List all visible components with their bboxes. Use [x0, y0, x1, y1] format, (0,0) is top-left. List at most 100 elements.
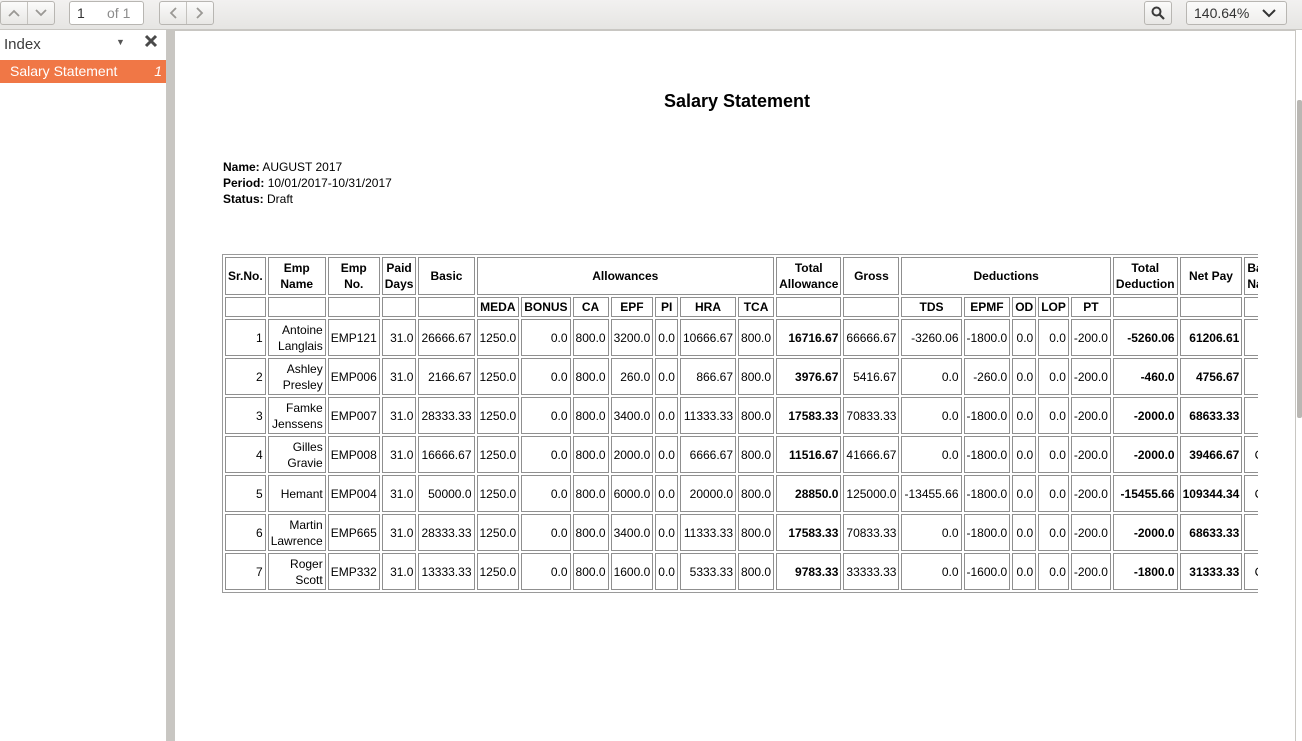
table-cell: -200.0	[1070, 475, 1111, 512]
chevron-down-icon	[1262, 9, 1276, 18]
table-cell: 61206.61	[1179, 319, 1243, 356]
zoom-select[interactable]: 140.64%	[1186, 1, 1287, 25]
table-cell: 16716.67	[776, 319, 842, 356]
table-cell: 109344.34	[1179, 475, 1243, 512]
meta-label: Name:	[223, 160, 260, 174]
page-number-field[interactable]: 1 of 1	[69, 1, 144, 25]
table-cell: 800.0	[572, 436, 609, 473]
meta-label: Status:	[223, 192, 264, 206]
table-cell: 800.0	[738, 436, 775, 473]
subheader-cell: PT	[1070, 297, 1111, 317]
table-cell: 3400.0	[610, 397, 654, 434]
salary-table: Sr.No. Emp Name Emp No. Paid Days Basic …	[222, 254, 1258, 593]
table-cell: 28850.0	[776, 475, 842, 512]
table-cell: EMP006	[327, 358, 380, 395]
close-icon[interactable]	[144, 34, 158, 52]
table-cell: 800.0	[572, 475, 609, 512]
sidebar-mode-label[interactable]: Index	[4, 36, 41, 53]
statement-meta: Name: AUGUST 2017 Period: 10/01/2017-10/…	[223, 159, 392, 207]
subheader-cell: OD	[1012, 297, 1037, 317]
table-cell: -200.0	[1070, 397, 1111, 434]
table-cell: 6666.67	[679, 436, 737, 473]
table-row: 7 Roger Scott EMP332 31.0 13333.33 1250.0 0.0 8…	[225, 553, 1258, 590]
table-cell: 28333.33	[418, 397, 475, 434]
table-cell: 0.0	[655, 397, 678, 434]
dropdown-arrow-icon[interactable]: ▼	[116, 37, 125, 47]
page-title: Salary Statement	[663, 91, 811, 111]
table-cell: 0.0	[1012, 319, 1037, 356]
subheader-blank	[776, 297, 842, 317]
table-cell: 1250.0	[476, 553, 520, 590]
table-cell: 2166.67	[418, 358, 475, 395]
subheader-blank	[225, 297, 266, 317]
subheader-cell: EPMF	[963, 297, 1011, 317]
zoom-value: 140.64%	[1194, 5, 1250, 21]
table-row: 3 Famke Jenssens EMP007 31.0 28333.33 1250.0 0…	[225, 397, 1258, 434]
table-cell: 866.67	[679, 358, 737, 395]
chevron-up-icon	[8, 9, 20, 17]
table-cell: -1800.0	[963, 319, 1011, 356]
table-cell: -2000.0	[1112, 397, 1178, 434]
table-cell: 800.0	[738, 319, 775, 356]
table-cell: EMP665	[327, 514, 380, 551]
table-cell: 0.0	[521, 553, 571, 590]
meta-value: AUGUST 2017	[262, 160, 343, 174]
table-cell: 1250.0	[476, 397, 520, 434]
table-cell: Famke Jenssens	[267, 397, 326, 434]
table-cell: Roger Scott	[267, 553, 326, 590]
meta-label: Period:	[223, 176, 265, 190]
subheader-cell: TDS	[901, 297, 962, 317]
table-cell: 4756.67	[1179, 358, 1243, 395]
table-cell: 800.0	[738, 514, 775, 551]
subheader-blank	[1244, 297, 1258, 317]
sidebar-item-salary-statement[interactable]: Salary Statement 1	[0, 60, 166, 83]
table-cell: 13333.33	[418, 553, 475, 590]
table-subheader-row: MEDA BONUS CA EPF PI HRA TCA TDS EPMF OD LOP PT	[225, 297, 1258, 317]
forward-button[interactable]	[186, 2, 213, 24]
table-cell: -1800.0	[963, 397, 1011, 434]
table-cell: 26666.67	[418, 319, 475, 356]
table-cell: ING	[1244, 397, 1258, 434]
table-cell: 0.0	[655, 553, 678, 590]
col-header-paid-days: Paid Days	[381, 257, 417, 295]
table-cell: Ashley Presley	[267, 358, 326, 395]
table-row: 5 Hemant EMP004 31.0 50000.0 1250.0 0.0 800.0 60…	[225, 475, 1258, 512]
table-cell: -200.0	[1070, 319, 1111, 356]
search-button[interactable]	[1144, 1, 1172, 25]
table-cell: 0.0	[655, 514, 678, 551]
subheader-cell: MEDA	[476, 297, 520, 317]
table-cell: 800.0	[738, 358, 775, 395]
table-cell: 0.0	[655, 319, 678, 356]
table-cell: 0.0	[1012, 553, 1037, 590]
previous-page-button[interactable]	[1, 2, 27, 24]
table-cell: 0.0	[901, 436, 962, 473]
table-cell: 125000.0	[843, 475, 900, 512]
table-cell: 0.0	[1038, 436, 1069, 473]
col-header-basic: Basic	[418, 257, 475, 295]
subheader-blank	[843, 297, 900, 317]
back-button[interactable]	[160, 2, 186, 24]
table-cell: 5	[225, 475, 266, 512]
next-page-button[interactable]	[27, 2, 54, 24]
table-cell: 3	[225, 397, 266, 434]
table-cell: 68633.33	[1179, 397, 1243, 434]
table-cell: 41666.67	[843, 436, 900, 473]
table-cell: 0.0	[655, 436, 678, 473]
table-cell: ING	[1244, 319, 1258, 356]
table-cell: 11333.33	[679, 514, 737, 551]
table-cell: EMP332	[327, 553, 380, 590]
subheader-blank	[418, 297, 475, 317]
table-cell: 0.0	[1012, 436, 1037, 473]
page-number-input[interactable]: 1	[77, 5, 85, 21]
table-cell: -1800.0	[963, 475, 1011, 512]
table-cell: CBC	[1244, 436, 1258, 473]
table-cell: 0.0	[1038, 397, 1069, 434]
table-cell: 2	[225, 358, 266, 395]
table-cell: -200.0	[1070, 358, 1111, 395]
table-cell: 5416.67	[843, 358, 900, 395]
table-cell: 31333.33	[1179, 553, 1243, 590]
table-cell: 0.0	[521, 475, 571, 512]
scrollbar-thumb[interactable]	[1297, 100, 1302, 418]
table-cell: 2000.0	[610, 436, 654, 473]
table-cell: 31.0	[381, 475, 417, 512]
